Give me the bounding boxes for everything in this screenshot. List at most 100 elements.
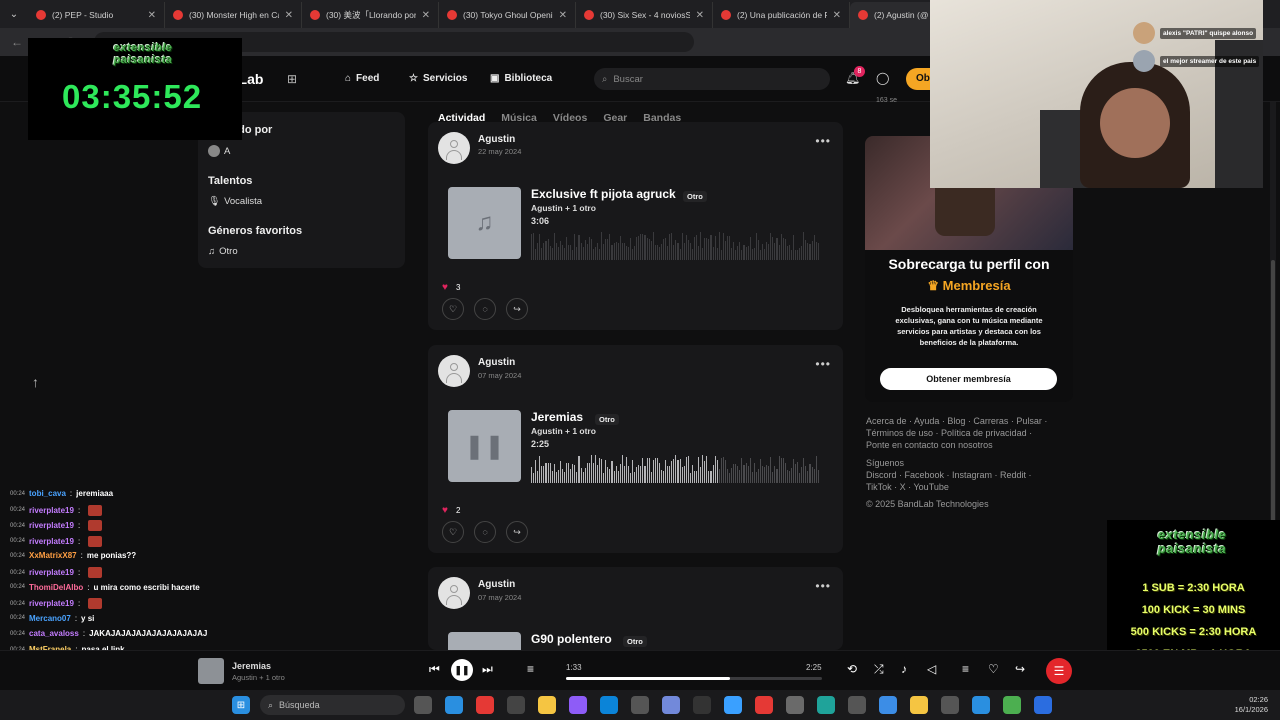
track-artists[interactable]: Agustin + 1 otro <box>531 203 596 213</box>
waveform[interactable] <box>531 455 819 483</box>
taskbar-app-icon[interactable] <box>693 696 711 714</box>
taskbar-app-icon[interactable] <box>786 696 804 714</box>
player-track-title[interactable]: Jeremias <box>232 661 271 671</box>
close-tab-icon[interactable]: ✕ <box>148 10 156 21</box>
track-cover[interactable]: ♫ <box>448 187 521 259</box>
track-artists[interactable]: Agustin + 1 otro <box>531 426 596 436</box>
add-to-playlist-icon[interactable]: ≡ <box>962 662 969 676</box>
track-title[interactable]: Exclusive ft pijota agruck <box>531 187 676 201</box>
close-tab-icon[interactable]: ✕ <box>422 10 430 21</box>
post-author[interactable]: Agustin <box>478 579 515 590</box>
taskbar-app-icon[interactable] <box>879 696 897 714</box>
next-icon[interactable]: ⏭︎ <box>482 662 493 677</box>
browser-tab[interactable]: (30) Six Sex - 4 noviosS (F ✕ <box>576 2 713 28</box>
post-author[interactable]: Agustin <box>478 357 515 368</box>
search-input[interactable]: ⌕ Buscar <box>594 68 830 90</box>
like-button[interactable]: ♡ <box>442 298 464 320</box>
browser-tab[interactable]: (30) 美波「Llorando por lll ✕ <box>302 2 439 28</box>
taskbar-app-icon[interactable] <box>817 696 835 714</box>
nav-biblioteca[interactable]: ▣ Biblioteca <box>490 73 552 84</box>
close-tab-icon[interactable]: ✕ <box>285 10 293 21</box>
like-track-icon[interactable]: ♡ <box>988 662 999 676</box>
taskbar-app-icon[interactable] <box>538 696 556 714</box>
shuffle-icon[interactable]: ⤮ <box>874 662 884 677</box>
nav-feed[interactable]: ⌂ Feed <box>345 73 379 84</box>
player-menu-button[interactable]: ☰ <box>1046 658 1072 684</box>
taskbar-app-icon[interactable] <box>755 696 773 714</box>
more-options-icon[interactable]: ••• <box>815 357 831 371</box>
queue-icon[interactable]: ≡ <box>527 662 534 676</box>
close-tab-icon[interactable]: ✕ <box>559 10 567 21</box>
taskbar-app-icon[interactable] <box>414 696 432 714</box>
chat-user[interactable]: riverplate19 <box>29 537 74 546</box>
more-options-icon[interactable]: ••• <box>815 579 831 593</box>
messages-icon[interactable]: ◯ <box>876 71 889 85</box>
followed-by-item[interactable]: A <box>208 145 230 157</box>
taskbar-search[interactable]: ⌕ Búsqueda <box>260 695 405 715</box>
chat-user[interactable]: riverplate19 <box>29 506 74 515</box>
like-button[interactable]: ♡ <box>442 521 464 543</box>
track-title[interactable]: G90 polentero <box>531 632 612 646</box>
taskbar-app-icon[interactable] <box>1034 696 1052 714</box>
tab-menu-icon[interactable]: ⌄ <box>0 0 28 28</box>
taskbar-app-icon[interactable] <box>507 696 525 714</box>
browser-tab[interactable]: (2) Una publicación de Pl ✕ <box>713 2 850 28</box>
share-button[interactable]: ↪ <box>506 298 528 320</box>
track-cover[interactable] <box>448 632 521 650</box>
taskbar-app-icon[interactable] <box>631 696 649 714</box>
taskbar-app-icon[interactable] <box>1003 696 1021 714</box>
browser-tab[interactable]: (2) PEP - Studio ✕ <box>28 2 165 28</box>
comment-button[interactable]: ◌ <box>474 521 496 543</box>
player-cover[interactable] <box>198 658 224 684</box>
player-track-artist[interactable]: Agustin + 1 otro <box>232 673 285 682</box>
nav-servicios[interactable]: ☆ Servicios <box>409 73 467 84</box>
chat-user[interactable]: riverplate19 <box>29 568 74 577</box>
chat-user[interactable]: Mercano07 <box>29 614 71 623</box>
progress-bar[interactable] <box>566 677 822 680</box>
chat-user[interactable]: riverplate19 <box>29 599 74 608</box>
more-options-icon[interactable]: ••• <box>815 134 831 148</box>
chat-user[interactable]: tobi_cava <box>29 489 66 498</box>
social-links-1[interactable]: Discord · Facebook · Instagram · Reddit … <box>866 470 1032 480</box>
previous-icon[interactable]: ⏮︎ <box>429 662 440 677</box>
author-avatar[interactable] <box>438 577 470 609</box>
pause-button[interactable]: ❚❚ <box>451 659 473 681</box>
taskbar-app-icon[interactable] <box>445 696 463 714</box>
mute-icon[interactable]: ♪ <box>901 662 907 676</box>
taskbar-app-icon[interactable] <box>910 696 928 714</box>
chat-user[interactable]: cata_avaloss <box>29 629 79 638</box>
browser-tab[interactable]: (30) Tokyo Ghoul Opening ✕ <box>439 2 576 28</box>
browser-tab[interactable]: (30) Monster High en Cas ✕ <box>165 2 302 28</box>
track-title[interactable]: Jeremias <box>531 410 583 424</box>
repeat-icon[interactable]: ⟲ <box>847 662 857 676</box>
taskbar-app-icon[interactable] <box>476 696 494 714</box>
chat-user[interactable]: riverplate19 <box>29 521 74 530</box>
track-cover[interactable]: ❚❚ <box>448 410 521 482</box>
footer-links-2[interactable]: Términos de uso · Política de privacidad… <box>866 428 1032 438</box>
taskbar-app-icon[interactable] <box>848 696 866 714</box>
taskbar-app-icon[interactable] <box>600 696 618 714</box>
back-icon[interactable]: ← <box>10 35 24 49</box>
share-track-icon[interactable]: ↪ <box>1015 662 1025 676</box>
footer-links-1[interactable]: Acerca de · Ayuda · Blog · Carreras · Pu… <box>866 416 1047 426</box>
taskbar-app-icon[interactable] <box>724 696 742 714</box>
close-tab-icon[interactable]: ✕ <box>696 10 704 21</box>
share-button[interactable]: ↪ <box>506 521 528 543</box>
taskbar-app-icon[interactable] <box>941 696 959 714</box>
chat-user[interactable]: XxMatrixX87 <box>29 551 77 560</box>
get-membership-button[interactable]: Obtener membresía <box>880 368 1057 390</box>
taskbar-clock[interactable]: 02:26 16/1/2026 <box>1235 695 1268 715</box>
taskbar-app-icon[interactable] <box>972 696 990 714</box>
social-links-2[interactable]: TikTok · X · YouTube <box>866 482 949 492</box>
apps-grid-icon[interactable]: ⊞ <box>287 72 297 86</box>
volume-icon[interactable]: ◁ <box>927 662 936 676</box>
windows-start-icon[interactable]: ⊞ <box>232 696 250 714</box>
post-author[interactable]: Agustin <box>478 134 515 145</box>
chat-user[interactable]: ThomiDelAlbo <box>29 583 83 592</box>
footer-links-3[interactable]: Ponte en contacto con nosotros <box>866 440 993 450</box>
author-avatar[interactable] <box>438 355 470 387</box>
taskbar-app-icon[interactable] <box>569 696 587 714</box>
close-tab-icon[interactable]: ✕ <box>833 10 841 21</box>
taskbar-app-icon[interactable] <box>662 696 680 714</box>
comment-button[interactable]: ◌ <box>474 298 496 320</box>
